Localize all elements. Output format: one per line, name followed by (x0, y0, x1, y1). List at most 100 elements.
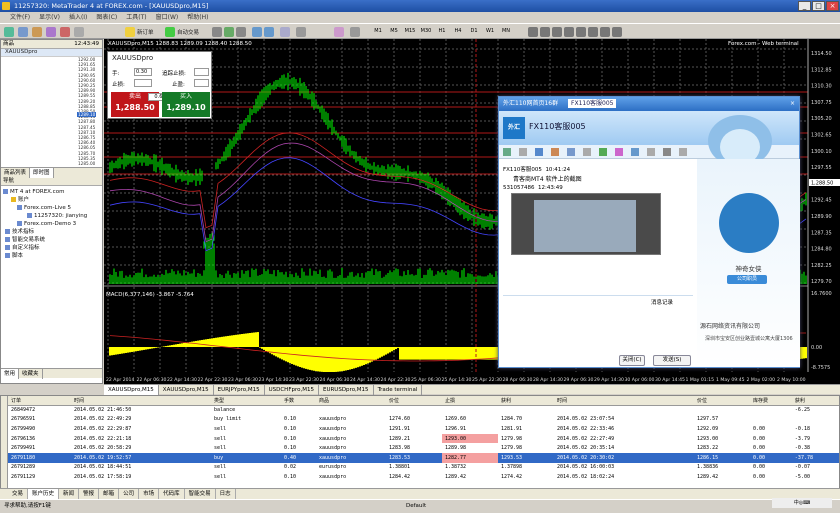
navigator-item[interactable]: 账户 (1, 196, 102, 204)
chart-tab[interactable]: XAUUSDpro,M15 (159, 385, 214, 395)
profiles-icon[interactable] (18, 27, 28, 37)
tab-tick-chart[interactable]: 即时图 (30, 168, 54, 178)
tab-favorites[interactable]: 收藏夹 (19, 369, 43, 379)
market-watch-row[interactable]: XAUUSDpro (1, 49, 102, 56)
navigator-item[interactable]: Forex.com-Demo 3 (1, 220, 102, 228)
navigator-item[interactable]: Forex.com-Live 5 (1, 204, 102, 212)
timeframe-button[interactable]: H4 (450, 28, 466, 34)
qq-tool-icon[interactable] (663, 148, 671, 156)
terminal-icon[interactable] (60, 27, 70, 37)
qq-tool-icon[interactable] (631, 148, 639, 156)
timeframe-button[interactable]: M5 (386, 28, 402, 34)
history-row[interactable]: 26796591 2014.05.02 22:49:29 buy limit 0.10… (8, 415, 839, 425)
zoom-in-icon[interactable] (252, 27, 262, 37)
horizontal-line-icon[interactable] (564, 27, 574, 37)
candle-chart-icon[interactable] (224, 27, 234, 37)
minimize-button[interactable]: _ (798, 1, 811, 11)
qq-chat-tab[interactable]: FX110客服005 (568, 99, 617, 108)
chart-tab[interactable]: EURUSDpro,M15 (319, 385, 374, 395)
timeframe-button[interactable]: M30 (418, 28, 434, 34)
qq-close-button[interactable]: 关闭(C) (619, 355, 645, 366)
chart-tab[interactable]: EURJPYpro,M15 (214, 385, 265, 395)
qq-tool-icon[interactable] (551, 148, 559, 156)
column-header[interactable]: 获利 (791, 396, 839, 406)
qq-input-box[interactable] (503, 307, 693, 347)
maximize-button[interactable]: □ (812, 1, 825, 11)
stoploss-input[interactable] (134, 79, 152, 87)
trendline-icon[interactable] (576, 27, 586, 37)
qq-tool-icon[interactable] (647, 148, 655, 156)
timeframe-button[interactable]: MN (498, 28, 514, 34)
column-header[interactable]: 商品 (316, 396, 386, 406)
qq-tool-icon[interactable] (567, 148, 575, 156)
column-header[interactable]: 订单 (8, 396, 72, 406)
navigator-icon[interactable] (46, 27, 56, 37)
menu-item[interactable]: 显示(V) (39, 14, 60, 21)
qq-send-button[interactable]: 发送(S) (653, 355, 691, 366)
history-row[interactable]: 26791129 2014.05.02 17:58:19 sell 0.10 xauus… (8, 472, 839, 482)
tester-icon[interactable] (74, 27, 84, 37)
lot-input[interactable]: 0.30 (134, 68, 152, 76)
chart-tab[interactable]: USDCHFpro,M15 (265, 385, 319, 395)
auto-trade-button[interactable]: 自动交易 (177, 28, 199, 36)
qq-screenshot-image[interactable] (511, 193, 661, 255)
column-header[interactable]: 库存费 (750, 396, 792, 406)
auto-trade-icon[interactable] (165, 27, 175, 37)
cursor-icon[interactable] (528, 27, 538, 37)
menu-item[interactable]: 插入(I) (69, 14, 87, 21)
qq-tool-icon[interactable] (519, 148, 527, 156)
zoom-out-icon[interactable] (264, 27, 274, 37)
qq-tool-icon[interactable] (615, 148, 623, 156)
history-row[interactable]: 26799491 2014.05.02 20:58:29 sell 0.10 xauus… (8, 443, 839, 453)
menu-item[interactable]: 工具(T) (126, 14, 146, 21)
timeframe-button[interactable]: D1 (466, 28, 482, 34)
close-button[interactable]: × (826, 1, 839, 11)
fibonacci-icon[interactable] (600, 27, 610, 37)
periods-icon[interactable] (350, 27, 360, 37)
qq-tool-icon[interactable] (535, 148, 543, 156)
vertical-line-icon[interactable] (552, 27, 562, 37)
navigator-item[interactable]: 11257320: jianying (1, 212, 102, 220)
chart-tab[interactable]: Trade terminal (374, 385, 423, 395)
column-header[interactable]: 手数 (281, 396, 317, 406)
column-header[interactable]: 价位 (694, 396, 751, 406)
menu-item[interactable]: 文件(F) (10, 14, 30, 21)
column-header[interactable]: 时间 (554, 396, 695, 406)
timeframe-button[interactable]: H1 (434, 28, 450, 34)
text-icon[interactable] (612, 27, 622, 37)
history-row[interactable]: 26796136 2014.05.02 22:21:18 sell 0.10 xauus… (8, 433, 839, 444)
trailing-stop-input[interactable] (194, 68, 209, 76)
bar-chart-icon[interactable] (212, 27, 222, 37)
chart-tab[interactable]: XAUUSDpro,M15 (104, 385, 159, 395)
qq-close-icon[interactable]: × (790, 97, 795, 111)
column-header[interactable]: 类型 (211, 396, 282, 406)
history-row[interactable]: 26791180 2014.05.02 19:52:57 buy 0.40 xauusd… (8, 452, 839, 463)
timeframe-button[interactable]: M1 (370, 28, 386, 34)
indicators-icon[interactable] (334, 27, 344, 37)
qq-tool-icon[interactable] (583, 148, 591, 156)
column-header[interactable]: 价位 (386, 396, 442, 406)
navigator-item[interactable]: MT 4 at FOREX.com (1, 188, 102, 196)
timeframe-button[interactable]: W1 (482, 28, 498, 34)
menu-item[interactable]: 帮助(H) (187, 14, 208, 21)
takeprofit-input[interactable] (194, 79, 209, 87)
tile-icon[interactable] (280, 27, 290, 37)
menu-item[interactable]: 窗口(W) (156, 14, 179, 21)
navigator-item[interactable]: 自定义指标 (1, 244, 102, 252)
timeframe-button[interactable]: M15 (402, 28, 418, 34)
new-order-button[interactable]: 新订单 (137, 28, 154, 36)
crosshair-icon[interactable] (540, 27, 550, 37)
tab-common[interactable]: 常用 (1, 369, 20, 379)
column-header[interactable]: 获利 (498, 396, 554, 406)
navigator-item[interactable]: 技术指标 (1, 228, 102, 236)
qq-history-button[interactable]: 消息记录 (651, 298, 673, 306)
history-row[interactable]: 26849472 2014.05.02 21:46:50 balance -6.25 (8, 405, 839, 415)
column-header[interactable]: 止损 (442, 396, 498, 406)
menu-item[interactable]: 图表(C) (96, 14, 117, 21)
new-chart-icon[interactable] (4, 27, 14, 37)
navigator-item[interactable]: 脚本 (1, 252, 102, 260)
qq-tool-icon[interactable] (503, 148, 511, 156)
market-watch-icon[interactable] (32, 27, 42, 37)
column-header[interactable]: 时间 (71, 396, 212, 406)
channel-icon[interactable] (588, 27, 598, 37)
